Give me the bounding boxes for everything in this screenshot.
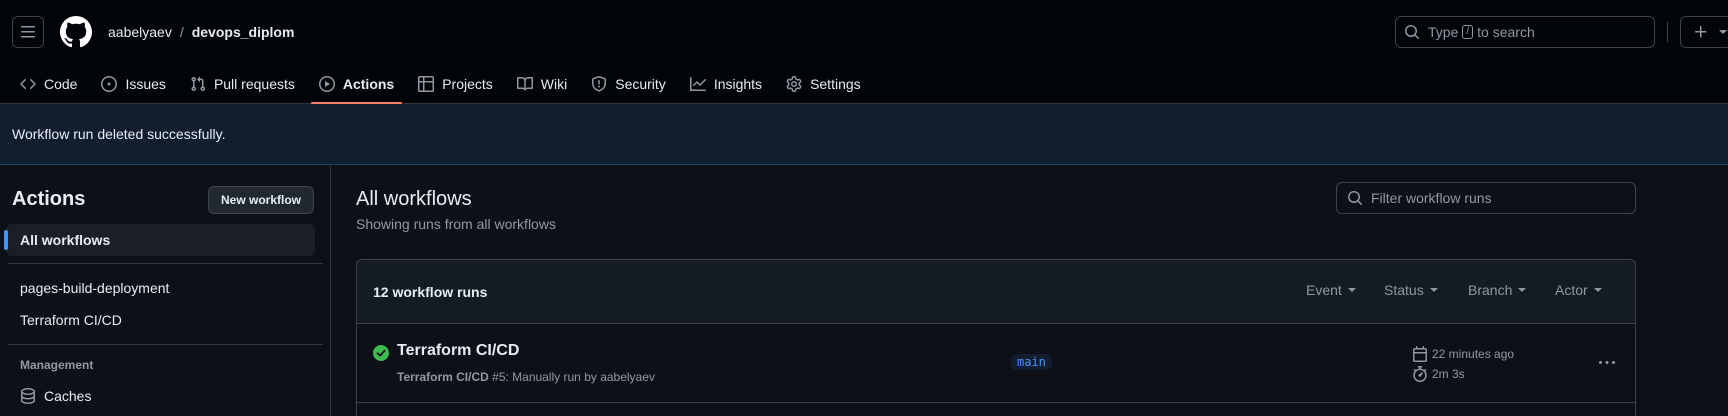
tab-code-label: Code xyxy=(44,76,78,92)
chevron-down-icon xyxy=(1719,30,1727,34)
run-detail: #5: Manually run by aabelyaev xyxy=(492,370,655,384)
sidebar-divider xyxy=(8,344,323,345)
hamburger-icon xyxy=(21,26,35,38)
page-title: All workflows xyxy=(356,188,472,210)
workflow-runs-list: 12 workflow runs Event Status Branch Act… xyxy=(356,259,1636,416)
pull-request-icon xyxy=(191,76,205,92)
search-placeholder-prefix: Type xyxy=(1428,24,1459,40)
branch-filter-label: Branch xyxy=(1468,282,1513,298)
tab-pull-requests[interactable]: Pull requests xyxy=(178,64,307,104)
sidebar-item-label: pages-build-deployment xyxy=(20,280,170,296)
actor-filter-dropdown[interactable]: Actor xyxy=(1555,282,1602,298)
tab-actions-label: Actions xyxy=(342,76,395,92)
breadcrumb-separator: / xyxy=(179,24,184,40)
sidebar-item-pages-build-deployment[interactable]: pages-build-deployment xyxy=(6,272,315,304)
tab-issues[interactable]: Issues xyxy=(89,64,177,104)
new-workflow-button[interactable]: New workflow xyxy=(208,186,315,214)
app-header: aabelyaev / devops_diplom Type / to sear… xyxy=(0,0,1728,104)
shield-icon xyxy=(592,76,607,92)
gear-icon xyxy=(786,76,802,92)
sidebar-item-all-workflows[interactable]: All workflows xyxy=(4,224,315,256)
sidebar-item-label: Terraform CI/CD xyxy=(20,312,122,328)
run-options-button[interactable] xyxy=(1593,353,1621,373)
run-time-ago: 22 minutes ago xyxy=(1432,347,1515,361)
tab-security[interactable]: Security xyxy=(579,64,678,104)
status-filter-label: Status xyxy=(1384,282,1424,298)
search-shortcut-key: / xyxy=(1462,25,1474,39)
run-duration-value: 2m 3s xyxy=(1432,367,1465,381)
tab-security-label: Security xyxy=(615,76,666,92)
tab-issues-label: Issues xyxy=(125,76,166,92)
page-subtitle: Showing runs from all workflows xyxy=(356,216,556,232)
repo-nav: Code Issues Pull requests Actions Projec… xyxy=(8,64,873,104)
book-icon xyxy=(516,76,533,91)
search-placeholder-suffix: to search xyxy=(1477,24,1535,40)
graph-icon xyxy=(689,77,706,91)
chevron-down-icon xyxy=(1429,288,1438,292)
tab-wiki-label: Wiki xyxy=(540,76,568,92)
tab-wiki[interactable]: Wiki xyxy=(505,64,579,104)
sidebar-item-label: All workflows xyxy=(20,232,111,248)
sidebar-item-terraform-ci-cd[interactable]: Terraform CI/CD xyxy=(6,304,315,336)
sidebar-item-label: Caches xyxy=(44,388,92,404)
workflow-run-row[interactable]: Terraform CI/CD Terraform CI/CD #5: Manu… xyxy=(357,325,1635,403)
breadcrumb: aabelyaev / devops_diplom xyxy=(108,22,294,42)
filter-workflow-runs-input[interactable]: Filter workflow runs xyxy=(1336,182,1636,214)
code-icon xyxy=(20,78,36,90)
chevron-down-icon xyxy=(1347,288,1356,292)
github-logo-icon[interactable] xyxy=(60,16,92,48)
flash-message-text: Workflow run deleted successfully. xyxy=(12,126,226,142)
branch-filter-dropdown[interactable]: Branch xyxy=(1468,282,1527,298)
actions-sidebar: Actions New workflow All workflows pages… xyxy=(0,166,331,416)
repo-owner-link[interactable]: aabelyaev xyxy=(108,22,172,42)
event-filter-label: Event xyxy=(1306,282,1342,298)
menu-button[interactable] xyxy=(12,16,44,48)
run-duration: 2m 3s xyxy=(1412,366,1465,382)
run-title-link[interactable]: Terraform CI/CD xyxy=(397,342,519,360)
success-check-icon xyxy=(373,345,389,361)
search-icon xyxy=(1348,191,1363,206)
status-filter-dropdown[interactable]: Status xyxy=(1384,282,1438,298)
kebab-horizontal-icon xyxy=(1599,361,1615,364)
play-icon xyxy=(318,76,335,92)
chevron-down-icon xyxy=(1518,288,1527,292)
flash-message: Workflow run deleted successfully. xyxy=(0,104,1728,165)
runs-list-header: 12 workflow runs Event Status Branch Act… xyxy=(357,260,1635,324)
event-filter-dropdown[interactable]: Event xyxy=(1306,282,1356,298)
tab-settings[interactable]: Settings xyxy=(774,64,873,104)
tab-pull-requests-label: Pull requests xyxy=(213,76,295,92)
search-input[interactable]: Type / to search xyxy=(1395,16,1655,48)
create-new-button[interactable] xyxy=(1680,16,1728,48)
actor-filter-label: Actor xyxy=(1555,282,1588,298)
tab-projects[interactable]: Projects xyxy=(406,64,505,104)
sidebar-title: Actions xyxy=(12,188,86,210)
tab-settings-label: Settings xyxy=(810,76,861,92)
filter-placeholder: Filter workflow runs xyxy=(1371,190,1492,206)
tab-code[interactable]: Code xyxy=(8,64,89,104)
runs-count: 12 workflow runs xyxy=(373,284,488,300)
sidebar-divider xyxy=(8,263,323,264)
tab-insights[interactable]: Insights xyxy=(678,64,774,104)
database-icon xyxy=(21,388,35,404)
chevron-down-icon xyxy=(1593,288,1602,292)
search-icon xyxy=(1405,25,1420,40)
table-icon xyxy=(418,76,435,92)
run-meta: Terraform CI/CD #5: Manually run by aabe… xyxy=(397,370,655,384)
tab-insights-label: Insights xyxy=(713,76,763,92)
tab-actions[interactable]: Actions xyxy=(307,64,406,104)
calendar-icon xyxy=(1413,346,1427,362)
management-heading: Management xyxy=(20,358,94,372)
issue-icon xyxy=(101,76,118,92)
header-divider xyxy=(1667,22,1668,42)
sidebar-item-caches[interactable]: Caches xyxy=(20,388,91,404)
run-workflow-name: Terraform CI/CD xyxy=(397,370,489,384)
plus-icon xyxy=(1695,26,1707,38)
tab-projects-label: Projects xyxy=(442,76,493,92)
stopwatch-icon xyxy=(1413,366,1427,382)
repo-name-link[interactable]: devops_diplom xyxy=(192,22,295,42)
branch-label[interactable]: main xyxy=(1011,354,1052,370)
run-time: 22 minutes ago xyxy=(1412,346,1514,362)
